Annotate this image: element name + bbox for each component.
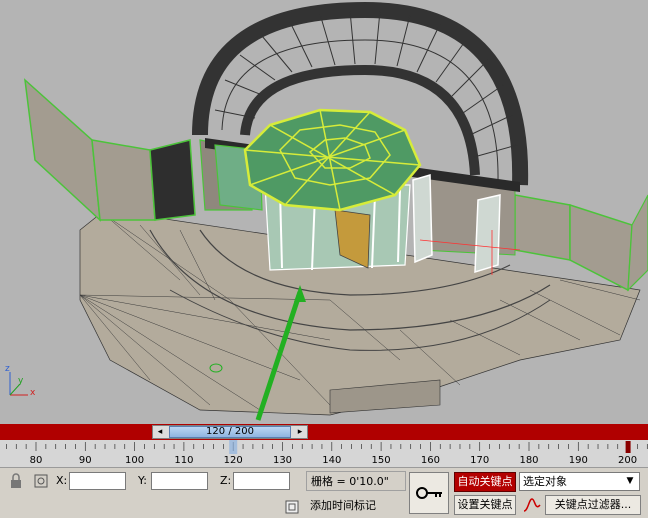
ruler-tick-label: 90 [79, 455, 92, 466]
ruler-tick-label: 150 [372, 455, 391, 466]
scene-render [9, 1, 648, 421]
ruler-tick-label: 140 [322, 455, 341, 466]
time-slider-thumb[interactable]: 120 / 200 [169, 426, 291, 438]
y-label: Y: [138, 474, 147, 487]
right-wall-panel-2 [569, 203, 633, 292]
x-label: X: [56, 474, 68, 487]
ruler-tick-label: 120 [224, 455, 243, 466]
axis-label-y: y [18, 376, 24, 386]
keyframe-marker[interactable] [625, 441, 631, 453]
auto-key-button[interactable]: 自动关键点 [454, 472, 516, 492]
ruler-tick-label: 130 [273, 455, 292, 466]
axis-label-z: z [5, 364, 10, 374]
selection-icon[interactable] [33, 473, 49, 489]
curve-editor-icon[interactable] [523, 497, 541, 513]
time-slider-bar: ◂ 120 / 200 ▸ [0, 424, 648, 440]
next-frame-arrow[interactable]: ▸ [293, 426, 307, 438]
add-time-tag[interactable]: 添加时间标记 [306, 496, 406, 516]
ruler-tick-label: 200 [618, 455, 637, 466]
ruler-tick-label: 80 [30, 455, 43, 466]
selection-set-value: 选定对象 [523, 475, 567, 488]
chevron-down-icon: ▼ [626, 476, 634, 486]
x-coordinate-input[interactable] [69, 472, 126, 490]
axis-label-x: x [30, 388, 36, 398]
status-bar: X: Y: Z: 栅格 = 0'10.0" 添加时间标记 自动关键点 设置关键点… [0, 468, 648, 518]
time-slider[interactable]: ◂ 120 / 200 ▸ [152, 425, 308, 439]
track-bar[interactable]: 80 90 100 110 120 130 140 150 160 170 180 190 200 [0, 440, 648, 468]
previous-frame-arrow[interactable]: ◂ [153, 426, 167, 438]
key-filters-button[interactable]: 关键点过滤器... [545, 495, 641, 515]
z-coordinate-input[interactable] [233, 472, 290, 490]
grid-size-readout: 栅格 = 0'10.0" [306, 471, 406, 491]
ruler-tick-label: 110 [174, 455, 193, 466]
ruler-tick-label: 160 [421, 455, 440, 466]
current-frame-marker[interactable] [229, 440, 238, 454]
right-wall-panel-1 [514, 194, 571, 261]
z-label: Z: [220, 474, 232, 487]
3d-viewport[interactable]: z y x [0, 0, 648, 424]
left-wall-panel-1 [24, 78, 101, 222]
left-door [149, 139, 196, 221]
selection-set-dropdown[interactable]: 选定对象 ▼ [519, 472, 640, 491]
left-wall-panel-2 [91, 139, 156, 221]
key-icon [416, 487, 442, 499]
set-key-mode-button[interactable] [409, 472, 449, 514]
ruler-tick-label: 180 [519, 455, 538, 466]
lock-icon[interactable] [8, 473, 24, 489]
ruler-tick-label: 190 [569, 455, 588, 466]
frame-ruler: 80 90 100 110 120 130 140 150 160 170 180 190 200 [6, 440, 648, 466]
ruler-tick-label: 100 [125, 455, 144, 466]
ruler-tick-label: 170 [470, 455, 489, 466]
time-tag-icon[interactable] [284, 499, 300, 515]
y-coordinate-input[interactable] [151, 472, 208, 490]
set-key-button[interactable]: 设置关键点 [454, 495, 516, 515]
